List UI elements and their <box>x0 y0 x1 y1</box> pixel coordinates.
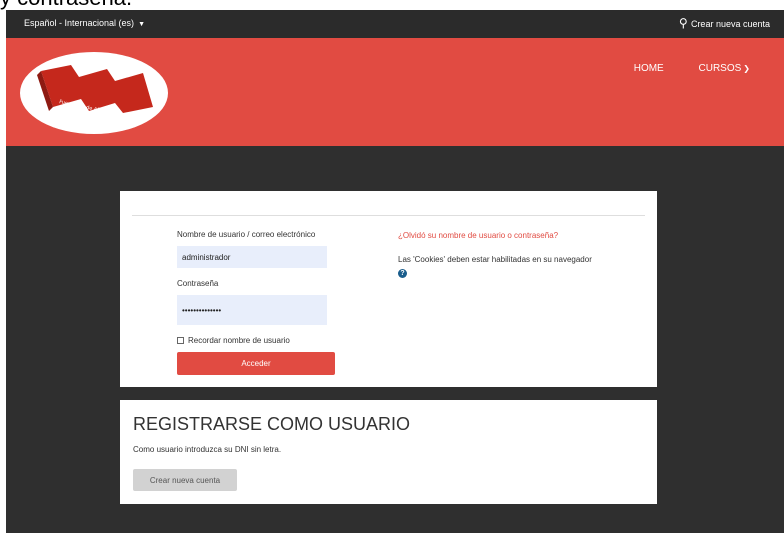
nav-cursos[interactable]: CURSOS ❯ <box>683 63 751 74</box>
search-icon: ⚲ <box>679 16 688 30</box>
password-label: Contraseña <box>177 279 219 288</box>
register-description: Como usuario introduzca su DNI sin letra… <box>133 445 282 454</box>
register-title: REGISTRARSE COMO USUARIO <box>133 414 411 434</box>
main-nav: HOME CURSOS ❯ <box>618 63 750 74</box>
nav-cursos-label: CURSOS <box>698 63 742 74</box>
chevron-down-icon: ❯ <box>743 64 750 73</box>
username-label: Nombre de usuario / correo electrónico <box>177 230 316 239</box>
site-logo[interactable]: Fuensanta de AS <box>19 51 169 135</box>
top-bar: Español - Internacional (es) ▼ ⚲ Crear nue… <box>6 10 784 38</box>
language-label: Español - Internacional (es) <box>24 18 135 28</box>
password-input[interactable] <box>177 295 327 325</box>
create-account-label: Crear nueva cuenta <box>690 19 770 29</box>
caption-text: y contraseña. <box>0 0 300 10</box>
remember-checkbox[interactable] <box>177 337 184 344</box>
login-card: Nombre de usuario / correo electrónico C… <box>120 191 657 387</box>
nav-home[interactable]: HOME <box>634 63 664 74</box>
divider <box>132 215 645 216</box>
remember-label: Recordar nombre de usuario <box>188 336 290 345</box>
site-header: Fuensanta de AS HOME CURSOS ❯ <box>6 38 784 146</box>
cookies-notice: Las 'Cookies' deben estar habilitadas en… <box>398 255 592 264</box>
create-account-button[interactable]: Crear nueva cuenta <box>133 469 237 491</box>
question-circle-icon[interactable]: ? <box>398 269 407 278</box>
forgot-password-link[interactable]: ¿Olvidó su nombre de usuario o contraseñ… <box>398 231 558 240</box>
username-input[interactable] <box>177 246 327 268</box>
login-button[interactable]: Acceder <box>177 352 335 375</box>
register-card: REGISTRARSE COMO USUARIO Como usuario in… <box>120 400 657 504</box>
caret-down-icon: ▼ <box>138 21 145 28</box>
create-account-link[interactable]: ⚲ Crear nueva cuenta <box>679 16 770 30</box>
browser-page: Español - Internacional (es) ▼ ⚲ Crear nue… <box>6 10 784 533</box>
language-selector[interactable]: Español - Internacional (es) ▼ <box>24 18 145 28</box>
